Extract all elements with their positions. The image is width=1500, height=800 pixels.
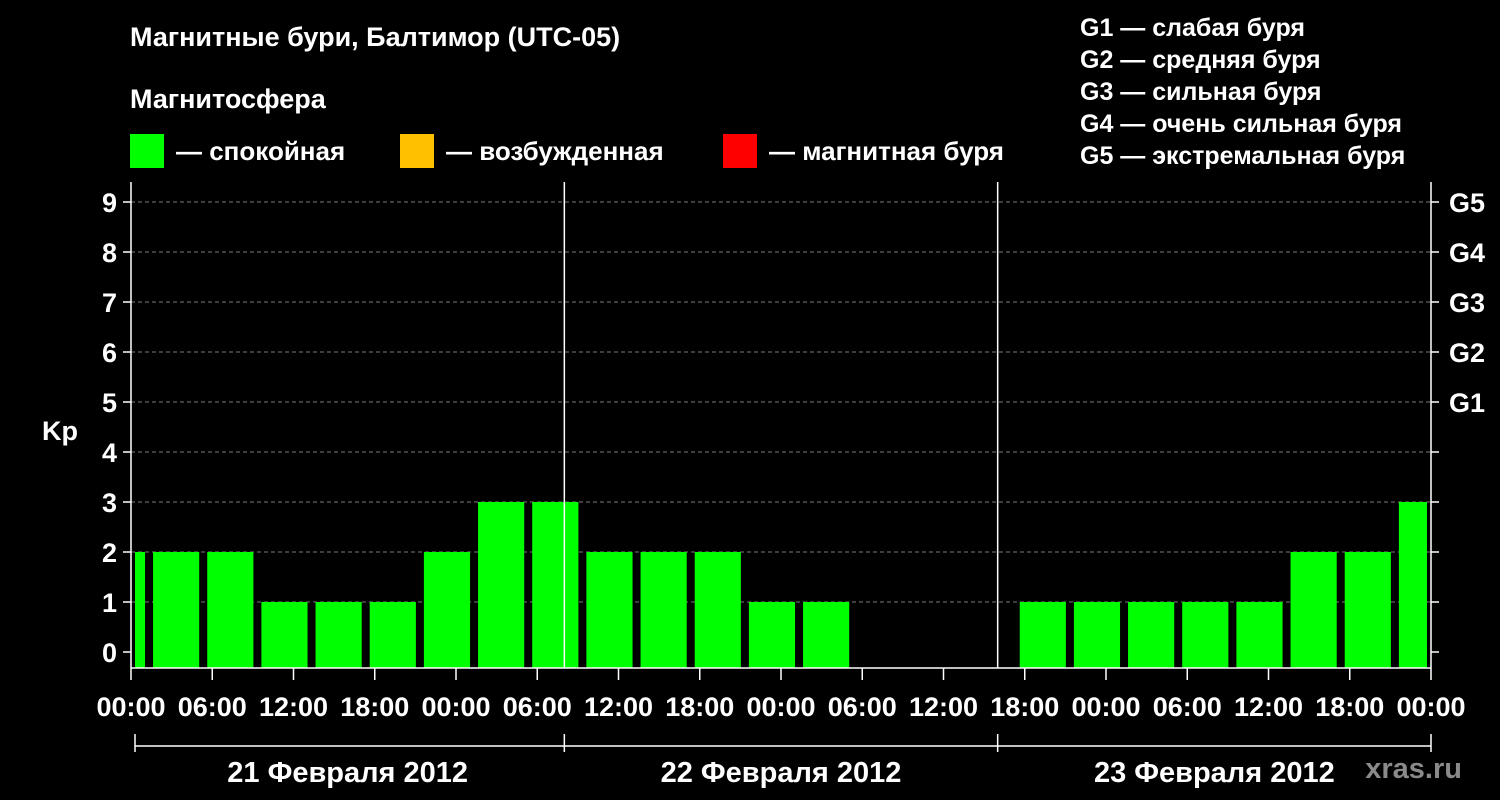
x-tick-label-1: 06:00 — [178, 692, 247, 722]
kp-bar-2 — [207, 552, 254, 668]
y-tick-label-1: 1 — [102, 588, 117, 618]
x-tick-label-6: 12:00 — [584, 692, 653, 722]
x-tick-label-14: 12:00 — [1234, 692, 1303, 722]
kp-bar-8 — [532, 502, 579, 668]
g-axis-label-g3: G3 — [1449, 288, 1485, 318]
day-label-2: 23 Февраля 2012 — [1094, 757, 1335, 789]
kp-bar-4 — [315, 602, 362, 668]
g-axis-label-g4: G4 — [1449, 238, 1485, 268]
kp-bar-12 — [748, 602, 796, 668]
kp-bar-13 — [803, 602, 850, 668]
x-tick-label-0: 00:00 — [96, 692, 165, 722]
y-tick-label-5: 5 — [102, 388, 117, 418]
x-tick-label-2: 12:00 — [259, 692, 328, 722]
kp-bar-3 — [261, 602, 308, 668]
x-tick-label-3: 18:00 — [340, 692, 409, 722]
y-axis-label: Kp — [42, 416, 78, 446]
kp-bar-7 — [478, 502, 525, 668]
y-tick-label-2: 2 — [102, 538, 117, 568]
kp-bar-1 — [153, 552, 200, 668]
x-tick-label-7: 18:00 — [665, 692, 734, 722]
y-tick-label-8: 8 — [102, 238, 117, 268]
day-label-1: 22 Февраля 2012 — [661, 757, 902, 789]
kp-bar-20 — [1344, 552, 1391, 668]
x-tick-label-10: 12:00 — [909, 692, 978, 722]
kp-bar-18 — [1236, 602, 1283, 668]
kp-bar-chart: 0 1 2 3 4 5 6 7 8 9 G1 G2 G3 G4 G5 Kp 00:00 06:00 12:00 18:… — [42, 182, 1485, 789]
y-tick-label-0: 0 — [102, 638, 117, 668]
kp-bar-17 — [1182, 602, 1229, 668]
x-tick-label-8: 00:00 — [746, 692, 815, 722]
kp-bar-5 — [369, 602, 416, 668]
kp-bar-10 — [640, 552, 687, 668]
y-tick-label-3: 3 — [102, 488, 117, 518]
day-label-0: 21 Февраля 2012 — [227, 757, 468, 789]
kp-bar-11 — [694, 552, 741, 668]
site-watermark: xras.ru — [1365, 753, 1462, 785]
x-tick-label-12: 00:00 — [1071, 692, 1140, 722]
x-tick-label-9: 06:00 — [828, 692, 897, 722]
x-tick-label-16: 00:00 — [1396, 692, 1465, 722]
kp-bar-6 — [423, 552, 471, 668]
kp-bar-16 — [1128, 602, 1175, 668]
g-axis-label-g1: G1 — [1449, 388, 1485, 418]
y-tick-label-9: 9 — [102, 188, 117, 218]
y-tick-label-4: 4 — [102, 438, 117, 468]
x-tick-label-11: 18:00 — [990, 692, 1059, 722]
g-axis-label-g5: G5 — [1449, 188, 1485, 218]
kp-bar-21 — [1398, 502, 1427, 668]
kp-bar-9 — [586, 552, 633, 668]
x-tick-label-5: 06:00 — [503, 692, 572, 722]
kp-bar-0 — [135, 552, 146, 668]
kp-bar-15 — [1073, 602, 1121, 668]
g-axis-label-g2: G2 — [1449, 338, 1485, 368]
kp-bar-19 — [1290, 552, 1337, 668]
kp-bar-14 — [1019, 602, 1066, 668]
x-tick-label-4: 00:00 — [421, 692, 490, 722]
y-tick-label-7: 7 — [102, 288, 117, 318]
x-tick-label-15: 18:00 — [1315, 692, 1384, 722]
y-tick-label-6: 6 — [102, 338, 117, 368]
x-tick-label-13: 06:00 — [1153, 692, 1222, 722]
